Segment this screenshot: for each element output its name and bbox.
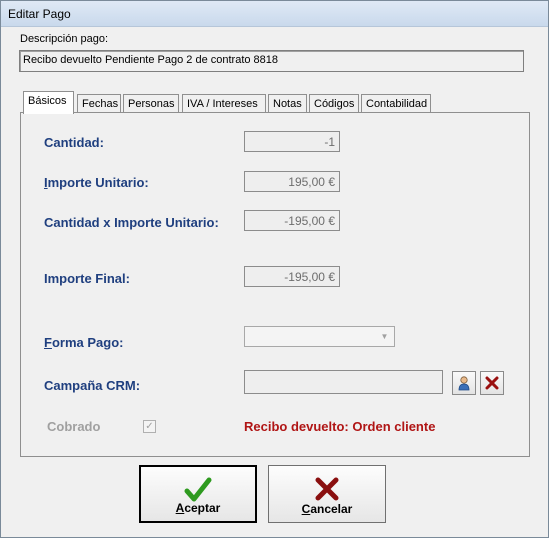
tab-personas[interactable]: Personas	[123, 94, 179, 113]
cobrado-checkbox[interactable]: ✓	[143, 420, 156, 433]
accept-label-text: ceptar	[184, 501, 221, 515]
tab-contabilidad[interactable]: Contabilidad	[361, 94, 431, 113]
cantidad-x-importe-label: Cantidad x Importe Unitario:	[44, 215, 219, 230]
cantidad-label: Cantidad:	[44, 135, 104, 150]
accept-accel: A	[175, 501, 185, 515]
forma-pago-label: Forma Pago:	[44, 335, 123, 350]
campana-crm-field[interactable]	[244, 370, 443, 394]
forma-pago-select[interactable]: ▼	[244, 326, 395, 347]
tab-fechas[interactable]: Fechas	[77, 94, 121, 113]
cancel-accel: C	[301, 502, 311, 516]
tab-notas[interactable]: Notas	[268, 94, 307, 113]
tab-codigos[interactable]: Códigos	[309, 94, 359, 113]
cancel-label-text: ancelar	[310, 502, 353, 516]
cancel-button[interactable]: Cancelar	[268, 465, 386, 523]
tab-iva-intereses[interactable]: IVA / Intereses	[182, 94, 266, 113]
editar-pago-dialog: Editar Pago Descripción pago: Recibo dev…	[0, 0, 549, 538]
importe-unitario-label: Importe Unitario:	[44, 175, 149, 190]
importe-unitario-label-text: mporte Unitario:	[47, 175, 149, 190]
tab-basicos[interactable]: Básicos	[23, 91, 74, 114]
description-field: Recibo devuelto Pendiente Pago 2 de cont…	[19, 50, 524, 72]
person-icon	[458, 376, 470, 391]
importe-final-field: -195,00 €	[244, 266, 340, 287]
status-text: Recibo devuelto: Orden cliente	[244, 419, 436, 434]
importe-final-label: Importe Final:	[44, 271, 130, 286]
title-bar[interactable]: Editar Pago	[1, 1, 548, 27]
x-icon	[315, 477, 339, 501]
crm-clear-button[interactable]	[480, 371, 504, 395]
forma-pago-accel: F	[44, 335, 52, 350]
cancel-label: Cancelar	[269, 502, 385, 516]
cantidad-field: -1	[244, 131, 340, 152]
forma-pago-label-text: orma Pago:	[51, 335, 124, 350]
accept-label: Aceptar	[141, 501, 255, 515]
cobrado-label: Cobrado	[47, 419, 101, 434]
x-icon	[485, 376, 499, 390]
description-label: Descripción pago:	[20, 33, 109, 45]
accept-button[interactable]: Aceptar	[139, 465, 257, 523]
window-title: Editar Pago	[8, 7, 71, 21]
crm-select-button[interactable]	[452, 371, 476, 395]
campana-crm-label: Campaña CRM:	[44, 378, 141, 393]
chevron-down-icon[interactable]: ▼	[377, 329, 392, 344]
importe-unitario-field: 195,00 €	[244, 171, 340, 192]
cantidad-x-importe-field: -195,00 €	[244, 210, 340, 231]
